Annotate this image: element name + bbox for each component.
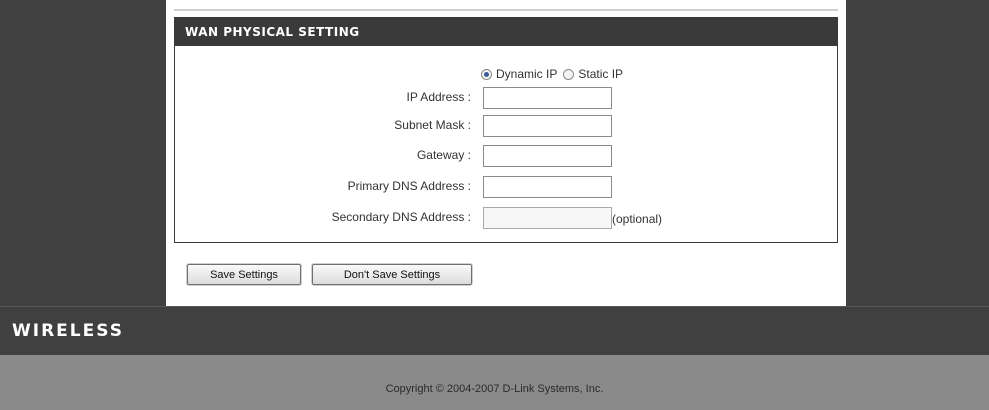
copyright-text: Copyright © 2004-2007 D-Link Systems, In…: [385, 383, 604, 395]
main-content: WAN PHYSICAL SETTING Dynamic IP Static I…: [166, 0, 846, 306]
subnet-mask-field[interactable]: [483, 115, 612, 137]
secondary-dns-field[interactable]: [483, 207, 612, 229]
right-sidebar: [847, 0, 989, 306]
ip-address-row: IP Address :: [175, 87, 839, 109]
static-ip-radio[interactable]: [563, 68, 575, 80]
static-ip-label[interactable]: Static IP: [578, 67, 623, 81]
wireless-logo-text: WIRELESS: [12, 321, 124, 341]
panel-title: WAN PHYSICAL SETTING: [175, 18, 837, 46]
secondary-dns-label: Secondary DNS Address :: [331, 210, 471, 224]
optional-hint: (optional): [612, 212, 663, 226]
gateway-label: Gateway :: [416, 148, 471, 162]
subnet-mask-label: Subnet Mask :: [394, 118, 471, 132]
gateway-field[interactable]: [483, 145, 612, 167]
ip-address-label: IP Address :: [406, 90, 471, 104]
dont-save-settings-button[interactable]: Don't Save Settings: [312, 264, 472, 285]
gateway-row: Gateway :: [175, 145, 839, 167]
dynamic-ip-label[interactable]: Dynamic IP: [496, 67, 557, 81]
dynamic-ip-radio[interactable]: [481, 68, 492, 80]
wireless-banner: WIRELESS: [0, 306, 989, 356]
secondary-dns-row: Secondary DNS Address : (optional): [175, 207, 839, 229]
footer: Copyright © 2004-2007 D-Link Systems, In…: [0, 355, 989, 410]
primary-dns-label: Primary DNS Address :: [347, 179, 471, 193]
top-divider: [174, 9, 838, 11]
subnet-mask-row: Subnet Mask :: [175, 115, 839, 137]
left-sidebar: [0, 0, 165, 306]
ip-address-field[interactable]: [483, 87, 612, 109]
ip-mode-radio-group: Dynamic IP Static IP: [481, 66, 629, 82]
wan-physical-setting-panel: WAN PHYSICAL SETTING Dynamic IP Static I…: [174, 17, 838, 243]
primary-dns-field[interactable]: [483, 176, 612, 198]
primary-dns-row: Primary DNS Address :: [175, 176, 839, 198]
save-settings-button[interactable]: Save Settings: [187, 264, 301, 285]
